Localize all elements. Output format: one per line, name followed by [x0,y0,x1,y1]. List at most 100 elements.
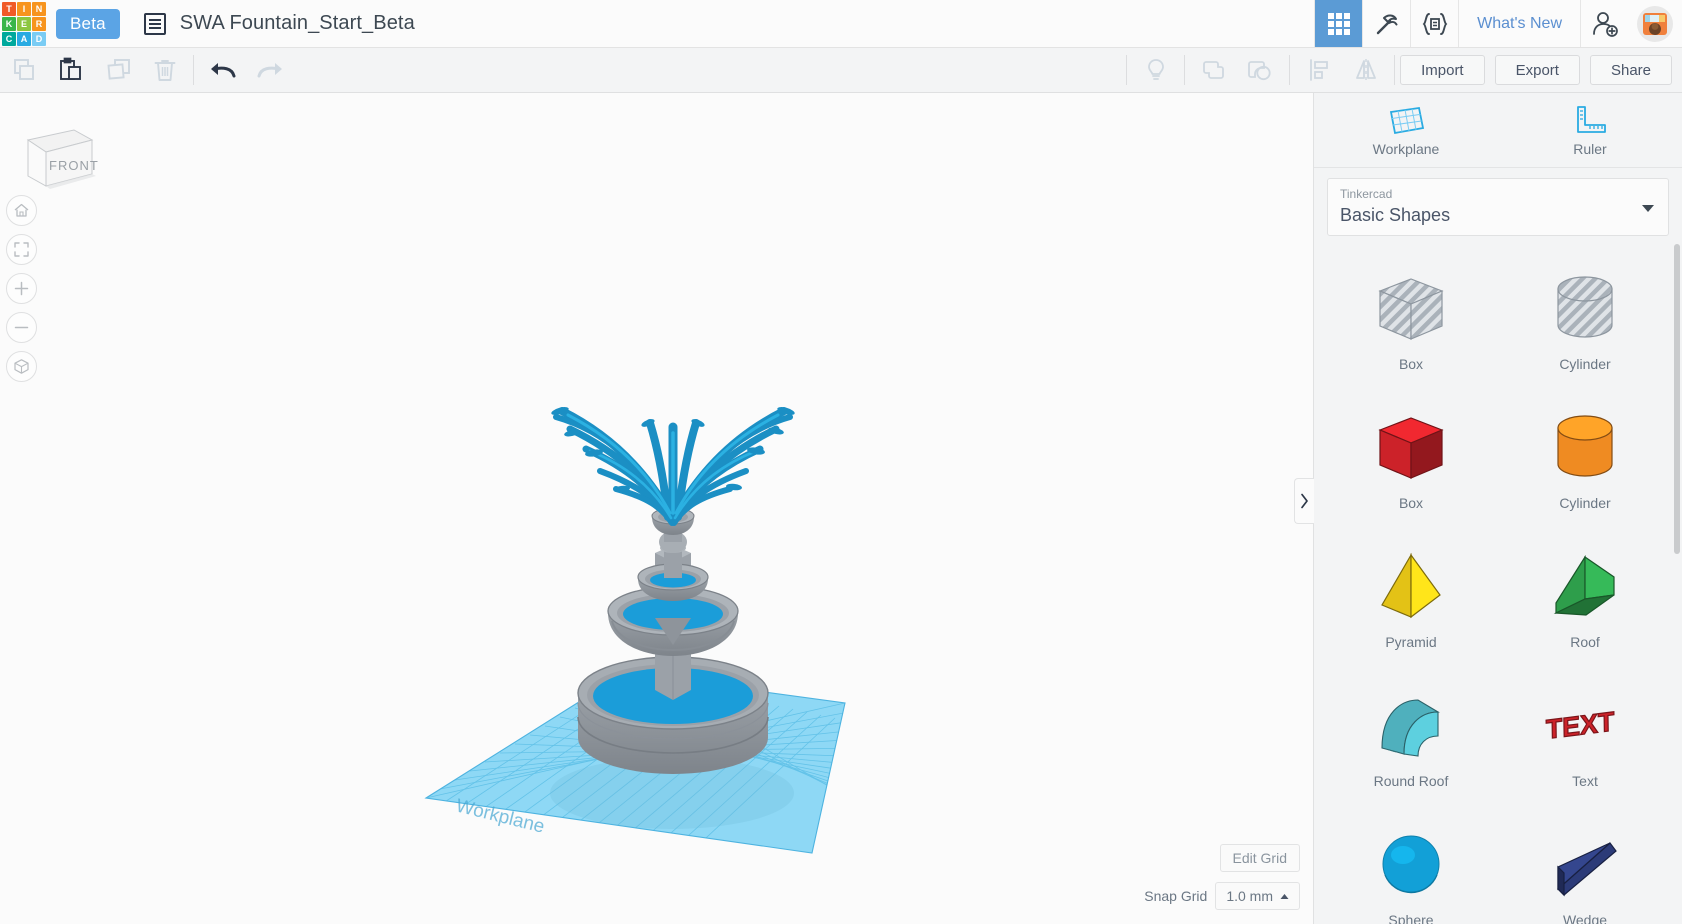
ortho-perspective-toggle[interactable] [6,351,37,382]
box-hole-icon [1368,262,1454,354]
shape-item-wedge-9[interactable]: Wedge [1502,812,1668,924]
shape-item-box-0[interactable]: Box [1328,256,1494,385]
shape-label: Box [1398,356,1424,373]
tinkercad-logo[interactable]: TIN KER CAD [0,0,48,48]
shape-item-pyramid-4[interactable]: Pyramid [1328,534,1494,663]
shape-label: Sphere [1388,912,1434,924]
blocks-icon[interactable] [1362,0,1410,47]
avatar-cell[interactable] [1628,0,1682,47]
roundroof-icon [1368,679,1454,771]
3d-scene[interactable]: Workplane [0,93,1313,924]
shape-item-box-2[interactable]: Box [1328,395,1494,524]
logo-tile-k: K [2,17,16,31]
wedge-thumbnail [1557,842,1617,897]
zoom-out-button[interactable] [6,312,37,343]
ruler-icon [1577,105,1606,133]
avatar[interactable] [1637,5,1673,42]
panel-collapse-toggle[interactable] [1294,478,1314,524]
ungroup-button[interactable] [1237,48,1284,93]
snap-grid-row: Snap Grid 1.0 mm [1144,882,1300,910]
shape-item-cylinder-1[interactable]: Cylinder [1502,256,1668,385]
logo-tile-e: E [17,17,31,31]
shape-label: Cylinder [1559,495,1611,512]
redo-button[interactable] [246,48,293,93]
export-button[interactable]: Export [1494,55,1580,85]
logo-tile-n: N [32,2,46,16]
roof-thumbnail [1553,555,1615,616]
logo-tile-d: D [32,32,46,46]
duplicate-button[interactable] [94,48,141,93]
shape-item-text-7[interactable]: TEXT Text [1502,673,1668,802]
shape-item-cylinder-3[interactable]: Cylinder [1502,395,1668,524]
whats-new-link[interactable]: What's New [1458,0,1580,47]
shape-list[interactable]: Box Cylinder Box Cylinder Pyramid Roof Round R… [1314,244,1682,924]
paste-button[interactable] [47,48,94,93]
chevron-down-icon [1642,205,1654,213]
mirror-icon [1355,59,1376,81]
snap-grid-select[interactable]: 1.0 mm [1215,882,1300,910]
copy-icon [13,59,34,80]
page-title[interactable]: SWA Fountain_Start_Beta [180,12,415,35]
cyl-icon [1542,401,1628,493]
viewport-canvas[interactable]: Workplane FRONT Edit Grid Snap Grid 1.0 … [0,93,1313,924]
duplicate-icon [106,59,130,80]
workplane-icon [1389,106,1425,134]
fountain-model[interactable] [550,405,795,774]
home-icon [14,203,29,217]
add-user-icon[interactable] [1580,0,1628,47]
text-thumbnail: TEXT [1545,705,1616,746]
grid-icon [1327,12,1350,35]
workplane-tool[interactable]: Workplane [1314,93,1498,167]
fit-view-button[interactable] [6,234,37,265]
edit-grid-button[interactable]: Edit Grid [1219,844,1300,872]
view-cube-face-label: FRONT [49,158,98,173]
shape-item-round-roof-6[interactable]: Round Roof [1328,673,1494,802]
shape-grid: Box Cylinder Box Cylinder Pyramid Roof Round R… [1328,256,1668,924]
delete-button[interactable] [141,48,188,93]
toolbar-divider-3 [1184,55,1186,85]
snap-grid-label: Snap Grid [1144,888,1208,904]
cyl-hole-icon [1542,262,1628,354]
paste-icon [59,57,81,80]
logo-tile-i: I [17,2,31,16]
shape-label: Round Roof [1373,773,1449,790]
mirror-button[interactable] [1342,48,1389,93]
minus-icon [14,326,29,329]
toolbar-divider-4 [1289,55,1291,85]
ruler-tool-label: Ruler [1573,140,1607,157]
codeblocks-icon[interactable] [1410,0,1458,47]
undo-arrow-icon [210,63,235,78]
copy-button[interactable] [0,48,47,93]
library-source-label: Tinkercad [1340,187,1393,201]
group-button[interactable] [1190,48,1237,93]
shapes-panel: Workplane Ruler Tinkercad Basic Shapes B… [1294,93,1682,924]
cyl-thumbnail [1557,415,1613,477]
plus-icon [14,281,29,296]
view-cube[interactable]: FRONT [18,118,98,198]
edit-toolbar: Import Export Share [0,48,1682,93]
shape-item-roof-5[interactable]: Roof [1502,534,1668,663]
shapes-scrollbar[interactable] [1674,244,1680,555]
undo-button[interactable] [199,48,246,93]
import-button[interactable]: Import [1400,55,1485,85]
pyramid-icon [1368,540,1454,632]
align-button[interactable] [1295,48,1342,93]
shape-item-sphere-8[interactable]: Sphere [1328,812,1494,924]
ruler-tool[interactable]: Ruler [1498,93,1682,167]
logo-tile-a: A [17,32,31,46]
toolbar-divider [193,55,194,85]
add-person-icon [1592,11,1618,37]
shape-library-select[interactable]: Tinkercad Basic Shapes [1327,178,1669,237]
designs-list-icon[interactable] [143,12,166,35]
ungroup-icon [1247,61,1271,81]
beta-badge[interactable]: Beta [56,8,120,39]
designs-grid-icon[interactable] [1314,0,1363,47]
share-button[interactable]: Share [1589,55,1672,85]
notes-button[interactable] [1132,48,1179,93]
toolbar-divider-5 [1394,55,1396,85]
light-bulb-icon [1147,59,1164,80]
tinkercad-editor: TINKERCAD Beta SWA Fountain_Start_Beta W… [0,0,1682,924]
home-view-button[interactable] [6,195,37,226]
zoom-in-button[interactable] [6,273,37,304]
chevron-up-icon [1280,893,1289,899]
